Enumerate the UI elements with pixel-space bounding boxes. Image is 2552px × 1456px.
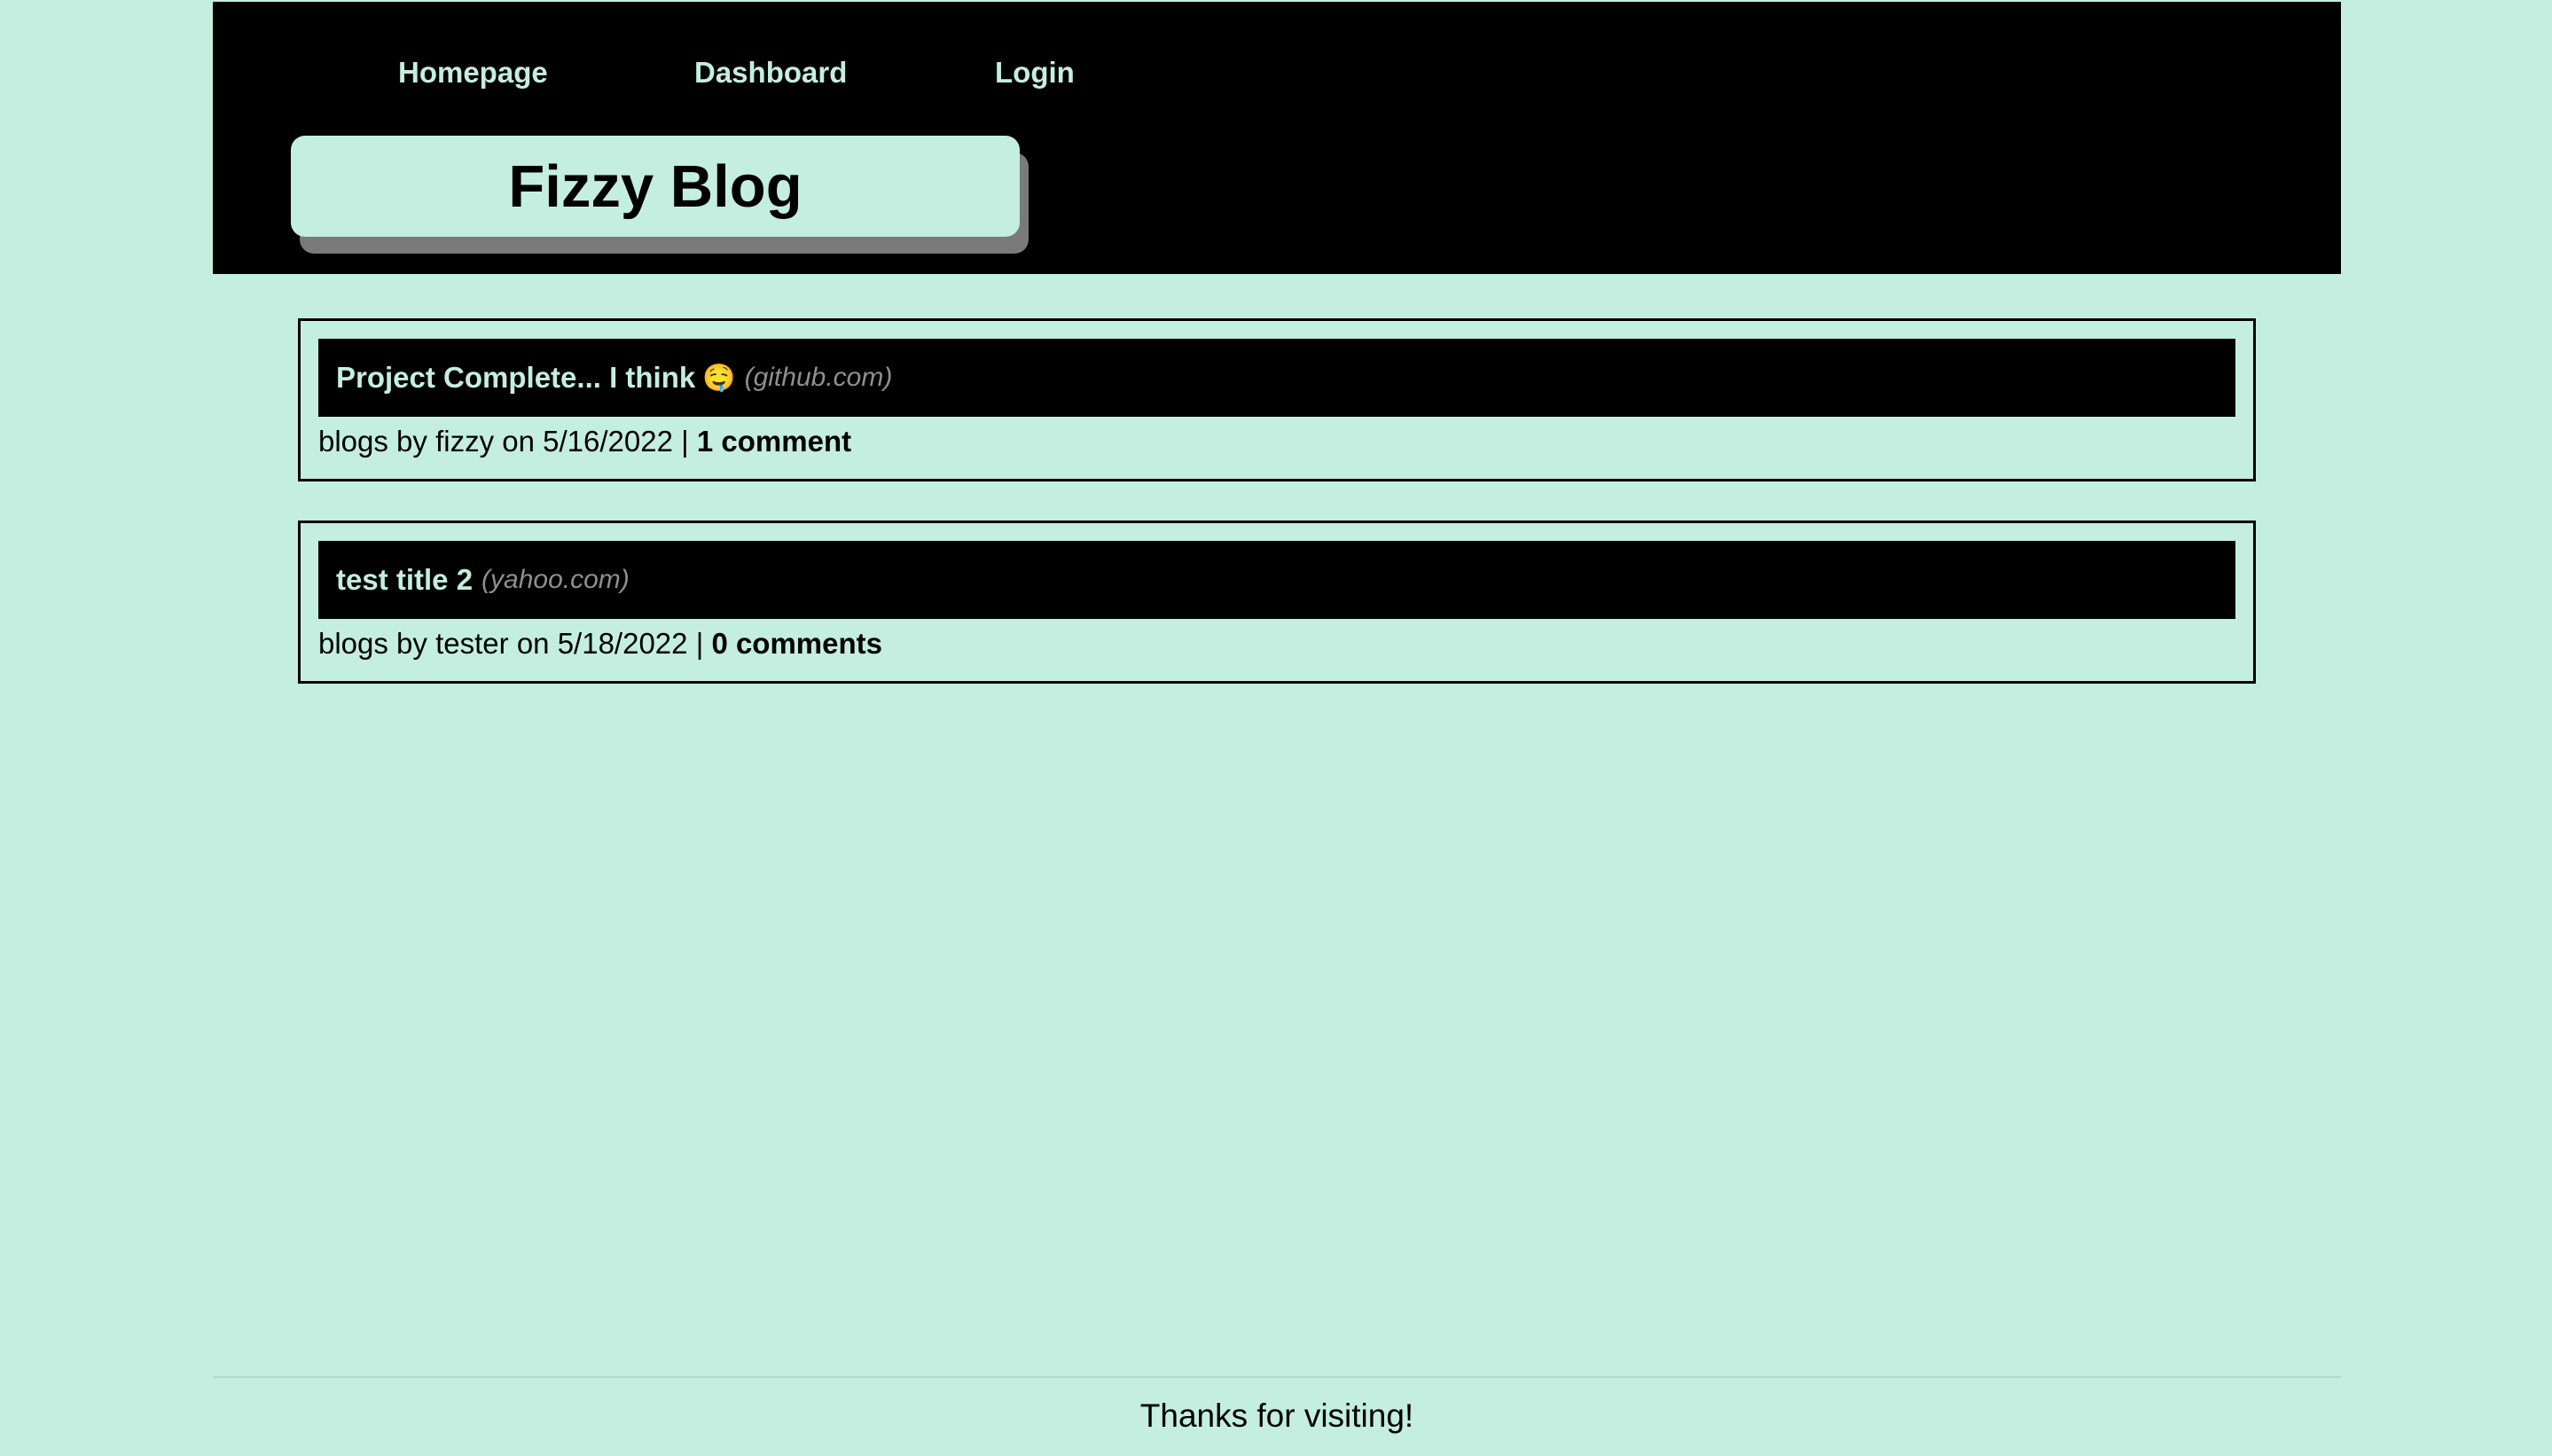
nav-homepage-link[interactable]: Homepage	[398, 55, 548, 90]
post-meta-separator: |	[681, 425, 689, 458]
nav-dashboard-link[interactable]: Dashboard	[694, 55, 847, 90]
post-date: 5/16/2022	[543, 425, 673, 458]
post-meta-prefix: blogs by	[318, 627, 427, 660]
post-meta-on: on	[516, 627, 550, 660]
post-date: 5/18/2022	[557, 627, 688, 660]
post-author: tester	[435, 627, 509, 660]
main-nav: Homepage Dashboard Login	[213, 2, 2341, 144]
footer-text: Thanks for visiting!	[1139, 1397, 1414, 1434]
site-title: Fizzy Blog	[508, 153, 802, 220]
post-header: Project Complete... I think 🤤 (github.co…	[318, 339, 2235, 417]
site-header: Homepage Dashboard Login Fizzy Blog	[213, 2, 2341, 274]
post-title-link[interactable]: test title 2	[336, 563, 473, 597]
post-comments-link[interactable]: 0 comments	[711, 627, 882, 660]
post-domain: (github.com)	[744, 363, 893, 392]
site-title-box: Fizzy Blog	[291, 136, 1020, 237]
post-card: Project Complete... I think 🤤 (github.co…	[298, 318, 2256, 481]
post-card: test title 2 (yahoo.com) blogs by tester…	[298, 521, 2256, 684]
nav-login-link[interactable]: Login	[995, 55, 1075, 90]
post-meta: blogs by tester on 5/18/2022 | 0 comment…	[318, 626, 2235, 661]
post-domain: (yahoo.com)	[481, 565, 630, 594]
post-meta-prefix: blogs by	[318, 425, 427, 458]
post-comments-link[interactable]: 1 comment	[697, 425, 851, 458]
drooling-face-icon: 🤤	[702, 363, 736, 393]
site-footer: Thanks for visiting!	[213, 1376, 2341, 1435]
post-meta: blogs by fizzy on 5/16/2022 | 1 comment	[318, 424, 2235, 459]
post-meta-separator: |	[695, 627, 704, 660]
post-author: fizzy	[435, 425, 495, 458]
post-meta-on: on	[502, 425, 535, 458]
page-container: Homepage Dashboard Login Fizzy Blog Proj…	[213, 0, 2341, 1456]
post-header: test title 2 (yahoo.com)	[318, 541, 2235, 619]
post-title-link[interactable]: Project Complete... I think	[336, 361, 695, 395]
post-list: Project Complete... I think 🤤 (github.co…	[298, 318, 2256, 723]
